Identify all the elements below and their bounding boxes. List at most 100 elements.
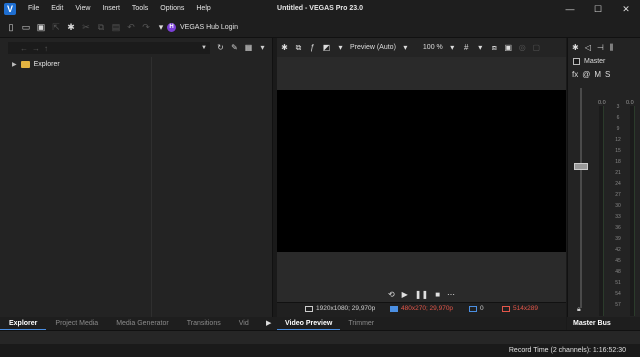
- level-meters: 0.0 0.0 3 6 9 12 15 18 21 24 27 30 33 36 39 42 45 48 51 5…: [596, 88, 638, 316]
- meter-scale-label: 51: [615, 280, 621, 286]
- tab-video-fx[interactable]: Vid: [230, 317, 258, 330]
- preview-quality[interactable]: Preview (Auto): [350, 44, 396, 51]
- expand-icon[interactable]: ▶: [12, 61, 17, 68]
- refresh-icon[interactable]: ↻: [216, 42, 225, 54]
- loop-icon[interactable]: ⟲: [388, 289, 395, 300]
- more-tabs-icon[interactable]: ▶: [266, 319, 271, 327]
- project-icon: [305, 305, 313, 312]
- solo-button[interactable]: S: [605, 70, 610, 79]
- back-icon[interactable]: ←: [20, 44, 28, 53]
- downmix-icon[interactable]: ◁: [585, 43, 591, 53]
- fx-button[interactable]: fx: [572, 70, 578, 79]
- tab-trimmer[interactable]: Trimmer: [340, 317, 382, 330]
- frame-icon: [469, 305, 477, 312]
- cut-icon[interactable]: ✂: [81, 22, 91, 33]
- quality-chevron-icon[interactable]: ▾: [401, 43, 410, 52]
- maximize-button[interactable]: ☐: [584, 0, 612, 18]
- hub-login[interactable]: H VEGAS Hub Login: [167, 22, 238, 33]
- meter-scale-label: 57: [615, 302, 621, 308]
- play-icon[interactable]: ▶: [402, 289, 408, 300]
- split-screen-icon[interactable]: ◩: [322, 43, 331, 52]
- close-button[interactable]: ✕: [612, 0, 640, 18]
- hub-login-label: VEGAS Hub Login: [180, 24, 238, 31]
- tab-explorer[interactable]: Explorer: [0, 317, 47, 330]
- nav-arrows: ← → ↑: [20, 44, 48, 53]
- meter-scale-label: 24: [615, 181, 621, 187]
- dim-icon[interactable]: ⊣: [597, 43, 604, 53]
- settings-icon[interactable]: ✱: [572, 43, 579, 53]
- meter-scale-label: 45: [615, 258, 621, 264]
- meter-scale-label: 9: [616, 126, 620, 132]
- master-tabs: Master Bus: [567, 317, 640, 330]
- video-preview-panel: ✱ ⧉ ƒ ◩ ▾ Preview (Auto) ▾ 100 % ▾ # ▾ ⧈…: [277, 38, 566, 317]
- tab-media-generator[interactable]: Media Generator: [107, 317, 178, 330]
- fx-icon[interactable]: ƒ: [308, 43, 317, 52]
- quality-dropdown-icon[interactable]: ▾: [336, 43, 345, 52]
- tree-item-label: Explorer: [33, 61, 60, 68]
- meter-scale-label: 30: [615, 203, 621, 209]
- meter-left: [599, 106, 604, 316]
- meter-scale-label: 3: [616, 104, 620, 110]
- minimize-button[interactable]: —: [556, 0, 584, 18]
- stop-icon[interactable]: ■: [435, 289, 440, 300]
- video-canvas[interactable]: [277, 90, 566, 252]
- grid-icon[interactable]: #: [462, 43, 471, 52]
- save-icon[interactable]: ▣: [36, 22, 46, 33]
- grid-chevron-icon[interactable]: ▾: [476, 43, 485, 52]
- folder-tree[interactable]: ▶ Explorer: [8, 57, 152, 317]
- zoom-level[interactable]: 100 %: [423, 44, 443, 51]
- window-controls: — ☐ ✕: [556, 0, 640, 18]
- channel-icon[interactable]: ◎: [518, 43, 527, 52]
- volume-fader-handle[interactable]: [574, 163, 588, 170]
- settings-icon[interactable]: ✱: [280, 43, 289, 52]
- display-icon: [502, 305, 510, 312]
- explorer-panel: ← → ↑ ▼ ↻ ✎ ▦ ▾ ▶ Explorer: [0, 38, 273, 317]
- save-snapshot-icon[interactable]: ▣: [504, 43, 513, 52]
- address-bar[interactable]: ← → ↑ ▼: [8, 42, 210, 54]
- meter-scale-label: 12: [615, 137, 621, 143]
- lock-icon[interactable]: 🔒︎: [577, 306, 581, 314]
- tab-video-preview[interactable]: Video Preview: [277, 317, 341, 330]
- meter-scale-label: 54: [615, 291, 621, 297]
- external-monitor-icon[interactable]: ⧉: [294, 43, 303, 53]
- tab-project-media[interactable]: Project Media: [46, 317, 107, 330]
- new-project-icon[interactable]: ▯: [6, 22, 16, 33]
- tree-item-explorer[interactable]: ▶ Explorer: [12, 61, 60, 68]
- channels-icon[interactable]: ⫼: [610, 43, 614, 53]
- master-checkbox[interactable]: [573, 58, 580, 65]
- master-bus-panel: ✱ ◁ ⊣ ⫼ Master fx @ M S 🔒︎ 0.0 0.0 3 6 9 12…: [567, 38, 640, 317]
- copy-snapshot-icon[interactable]: ⧈: [490, 43, 499, 53]
- view-dropdown-icon[interactable]: ▾: [258, 42, 267, 54]
- overlay-icon[interactable]: ▢: [532, 43, 541, 52]
- display-size: 514x289: [502, 305, 538, 312]
- automation-icon[interactable]: @: [582, 70, 590, 79]
- paste-icon[interactable]: ▤: [111, 22, 121, 33]
- view-grid-icon[interactable]: ▦: [244, 42, 253, 54]
- pause-icon[interactable]: ❚❚: [415, 289, 428, 300]
- preview-resolution: 480x270; 29,970p: [390, 305, 453, 312]
- up-icon[interactable]: ↑: [44, 44, 48, 53]
- volume-fader-track[interactable]: [580, 88, 582, 308]
- open-project-icon[interactable]: ▭: [21, 22, 31, 33]
- tools-icon[interactable]: ✎: [230, 42, 239, 54]
- tab-transitions[interactable]: Transitions: [178, 317, 230, 330]
- address-dropdown-icon[interactable]: ▼: [201, 42, 207, 54]
- redo-icon[interactable]: ↷: [141, 22, 151, 33]
- render-icon[interactable]: ⇱: [51, 22, 61, 33]
- meter-scale-label: 6: [616, 115, 620, 121]
- mute-button[interactable]: M: [594, 70, 601, 79]
- undo-icon[interactable]: ↶: [126, 22, 136, 33]
- timeline-area[interactable]: [0, 330, 640, 344]
- file-list[interactable]: [153, 57, 273, 317]
- settings-icon[interactable]: ✱: [66, 22, 76, 33]
- tab-master-bus[interactable]: Master Bus: [567, 320, 611, 327]
- hub-dropdown-icon[interactable]: ▾: [156, 22, 166, 33]
- meter-scale-label: 42: [615, 247, 621, 253]
- copy-icon[interactable]: ⧉: [96, 22, 106, 33]
- forward-icon[interactable]: →: [32, 44, 40, 53]
- master-label: Master: [584, 58, 606, 65]
- title-bar: V File Edit View Insert Tools Options He…: [0, 0, 640, 18]
- zoom-chevron-icon[interactable]: ▾: [448, 43, 457, 52]
- record-time: Record Time (2 channels): 1:16:52:30: [508, 347, 626, 354]
- more-icon[interactable]: ⋯: [447, 289, 455, 300]
